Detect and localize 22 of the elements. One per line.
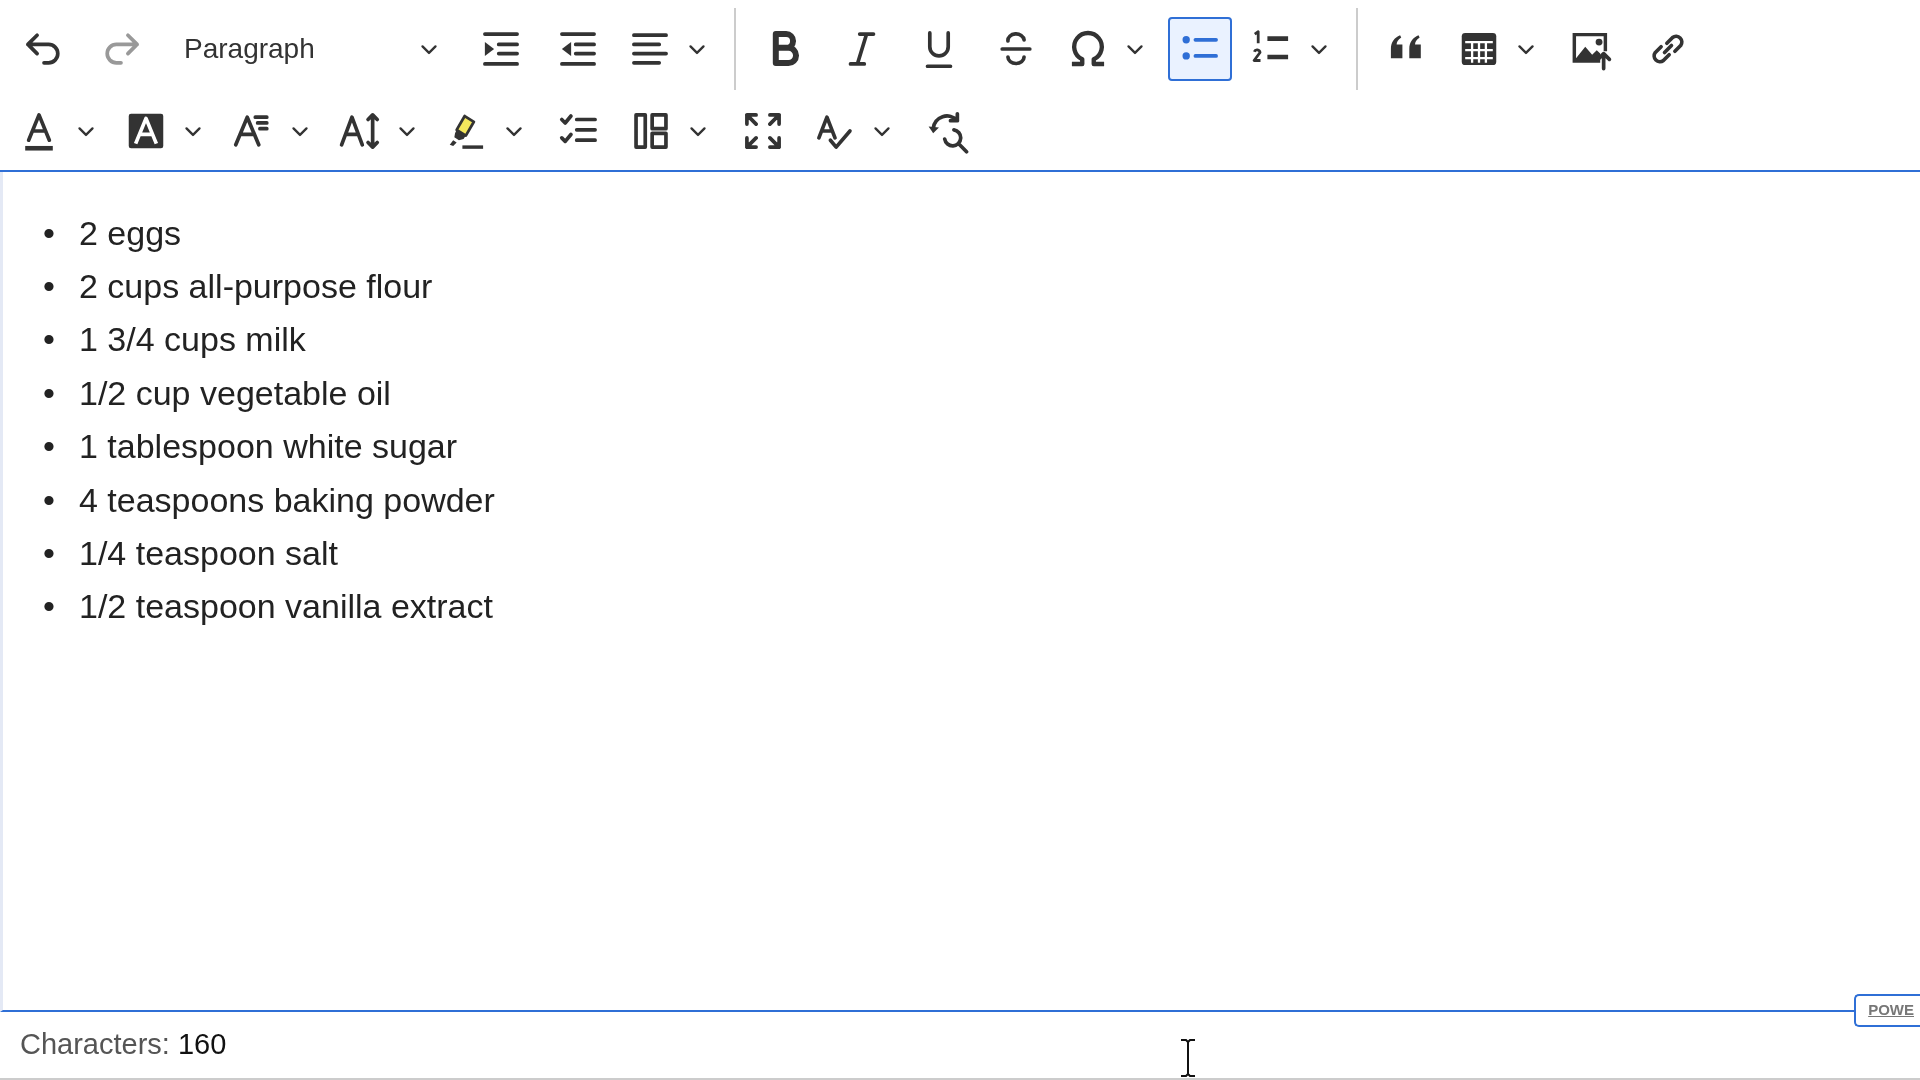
- bulleted-list-button[interactable]: [1168, 17, 1232, 81]
- powered-by-badge[interactable]: POWE: [1854, 994, 1920, 1027]
- bullet: •: [43, 479, 56, 521]
- list-item: 4 teaspoons baking powder: [79, 479, 495, 521]
- list-item: 1 3/4 cups milk: [79, 319, 306, 361]
- bullet: •: [43, 372, 56, 414]
- bullet: •: [43, 533, 56, 575]
- list-item: 1/2 cup vegetable oil: [79, 372, 391, 414]
- bullet: •: [43, 319, 56, 361]
- character-count-label: Characters:: [20, 1027, 170, 1063]
- bullet: •: [43, 586, 56, 628]
- character-count-value: 160: [177, 1027, 227, 1063]
- list-item: 2 cups all-purpose flour: [79, 266, 433, 308]
- list-item: 1/2 teaspoon vanilla extract: [79, 586, 493, 628]
- list-item: 1 tablespoon white sugar: [79, 426, 458, 468]
- bullet: •: [43, 212, 56, 254]
- heading-dropdown[interactable]: Paragraph: [166, 17, 456, 81]
- bullet: •: [43, 266, 56, 308]
- bullet: •: [43, 426, 56, 468]
- list-item: 1/4 teaspoon salt: [79, 533, 338, 575]
- list-item: 2 eggs: [79, 212, 182, 254]
- text-cursor-icon: [1179, 1038, 1197, 1078]
